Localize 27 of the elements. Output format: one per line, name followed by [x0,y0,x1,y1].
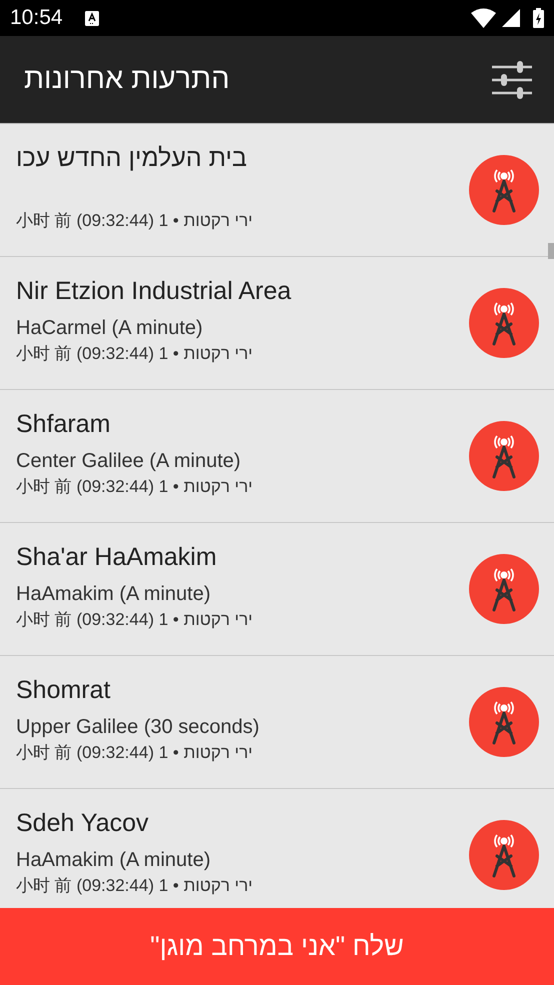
scrollbar [548,243,554,259]
settings-sliders-icon[interactable] [492,60,532,98]
alert-time: ירי רקטות • 1 (09:32:44) 小时 前 [16,210,253,232]
safe-room-button[interactable]: שלח "אני במרחב מוגן" [0,908,554,985]
alert-area: Center Galilee (A minute) [16,447,469,475]
alert-location: Shfaram [16,409,112,440]
alert-location: Sha'ar HaAmakim [16,542,218,573]
alert-location: Shomrat [16,675,112,706]
app-bar-title: התרעות אחרונות [24,63,231,96]
status-time: 10:54 [10,6,63,30]
alert-time: ירי רקטות • 1 (09:32:44) 小时 前 [16,875,253,897]
signal-icon [502,9,520,27]
alert-time: ירי רקטות • 1 (09:32:44) 小时 前 [16,742,253,764]
battery-icon [533,8,544,28]
wifi-icon [471,8,496,28]
alert-location: Sdeh Yacov [16,808,150,839]
alert-time: ירי רקטות • 1 (09:32:44) 小时 前 [16,343,253,365]
alert-area: HaCarmel (A minute) [16,314,469,342]
alert-row[interactable]: בית העלמין החדש עכו ירי רקטות • 1 (09:32:44) 小时 前 [0,124,554,257]
alert-location: Nir Etzion Industrial Area [16,276,292,307]
alert-location: בית העלמין החדש עכו [16,143,248,174]
alert-time: ירי רקטות • 1 (09:32:44) 小时 前 [16,609,253,631]
alert-time: ירי רקטות • 1 (09:32:44) 小时 前 [16,476,253,498]
alert-area: HaAmakim (A minute) [16,580,469,608]
keyboard-notification-icon [84,10,99,26]
alert-area: Upper Galilee (30 seconds) [16,713,469,741]
alert-area: HaAmakim (A minute) [16,846,469,874]
